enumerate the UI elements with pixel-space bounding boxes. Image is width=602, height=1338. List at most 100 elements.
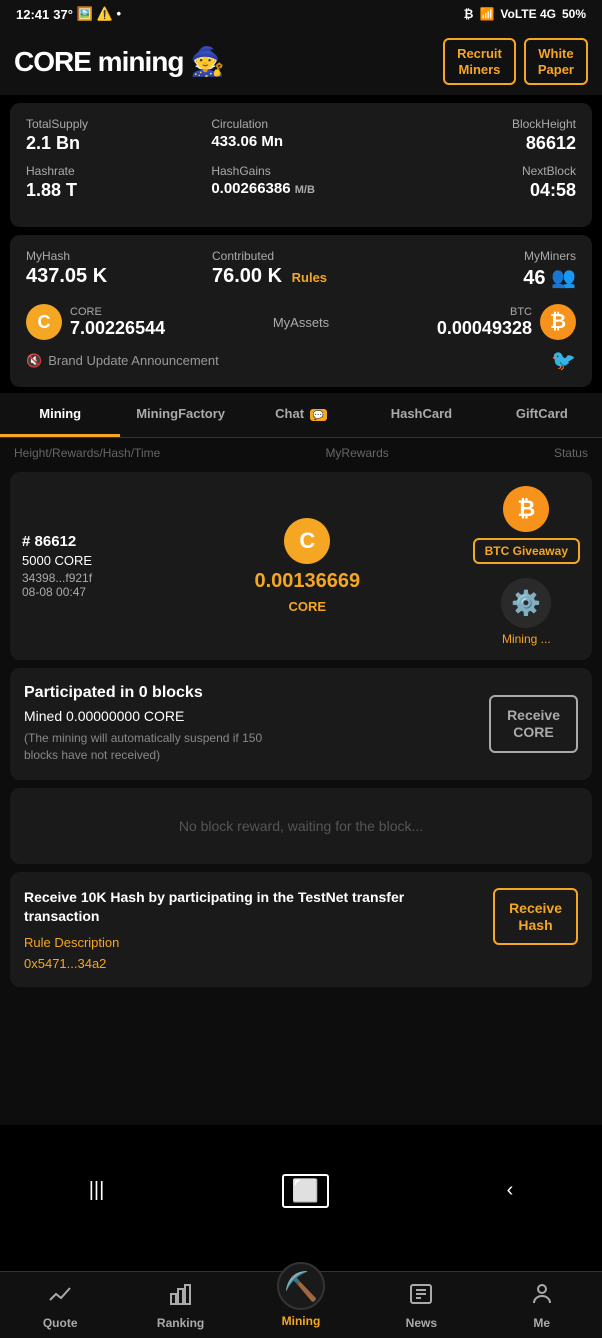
mining-block-row: # 86612 5000 CORE 34398...f921f 08-08 00… (10, 472, 592, 660)
my-hash-value: 437.05 K (26, 265, 204, 288)
no-reward-text: No block reward, waiting for the block..… (179, 818, 423, 834)
col-header-left: Height/Rewards/Hash/Time (14, 446, 160, 460)
mining-block-info: # 86612 5000 CORE 34398...f921f 08-08 00… (22, 533, 142, 599)
my-hash-label: MyHash (26, 249, 204, 263)
news-icon (409, 1282, 433, 1312)
btc-giveaway-section: ₿ BTC Giveaway (473, 486, 580, 564)
my-hash-stat: MyHash 437.05 K (26, 249, 204, 290)
assets-row: C CORE 7.00226544 MyAssets BTC 0.0004932… (26, 304, 576, 340)
nav-quote[interactable]: Quote (30, 1282, 90, 1330)
my-miners-value: 46 👥 (398, 265, 576, 290)
circulation-stat: Circulation 433.06 Mn (211, 117, 390, 154)
core-ticker: CORE (70, 306, 165, 318)
tab-mining[interactable]: Mining (0, 393, 120, 437)
btc-icon: ₿ (464, 7, 474, 21)
twitter-icon[interactable]: 🐦 (551, 348, 576, 373)
block-hash: 34398...f921f (22, 571, 142, 585)
announcement-text: Brand Update Announcement (48, 353, 219, 368)
hashrate-value: 1.88 T (26, 180, 205, 201)
status-left: 12:41 37° 🖼️ ⚠️ • (16, 6, 121, 22)
btc-giveaway-button[interactable]: BTC Giveaway (473, 538, 580, 564)
mining-nav-label: Mining (282, 1314, 321, 1328)
block-height-stat: BlockHeight 86612 (397, 117, 576, 154)
header-buttons: RecruitMiners WhitePaper (443, 38, 588, 85)
core-coin-icon: C (26, 304, 62, 340)
block-rewards: 5000 CORE (22, 553, 142, 568)
contributed-value: 76.00 K Rules (212, 265, 390, 288)
me-icon (530, 1282, 554, 1312)
nav-news[interactable]: News (391, 1282, 451, 1330)
core-reward-label: CORE (289, 599, 327, 614)
testnet-rule-link[interactable]: Rule Description (24, 935, 483, 950)
speaker-icon: 🔇 (26, 353, 42, 369)
nav-mining[interactable]: ⛏️ Mining (271, 1282, 331, 1330)
hash-gains-stat: HashGains 0.00266386 M/B (211, 164, 390, 201)
circulation-value: 433.06 Mn (211, 133, 390, 150)
next-block-value: 04:58 (397, 180, 576, 201)
logo-core: CORE (14, 46, 91, 77)
col-header-center: MyRewards (325, 446, 388, 460)
btc-asset-value: 0.00049328 (437, 318, 532, 339)
mining-content: Height/Rewards/Hash/Time MyRewards Statu… (0, 438, 602, 1125)
nav-ranking[interactable]: Ranking (151, 1282, 211, 1330)
mining-rewards-column: C 0.00136669 CORE (152, 518, 463, 614)
nav-me[interactable]: Me (512, 1282, 572, 1330)
no-reward-section: No block reward, waiting for the block..… (10, 788, 592, 864)
me-label: Me (533, 1316, 550, 1330)
ranking-label: Ranking (157, 1316, 204, 1330)
participated-section: Participated in 0 blocks Mined 0.0000000… (10, 668, 592, 780)
app-logo: CORE mining 🧙 (14, 45, 224, 78)
participated-note: (The mining will automatically suspend i… (24, 730, 264, 764)
btc-coin-icon: ₿ (540, 304, 576, 340)
ranking-icon (169, 1282, 193, 1312)
core-asset: C CORE 7.00226544 (26, 304, 165, 340)
news-label: News (406, 1316, 437, 1330)
hash-gains-value: 0.00266386 M/B (211, 180, 390, 197)
contributed-stat: Contributed 76.00 K Rules (212, 249, 390, 290)
signal-icons: VoLTE 4G (500, 7, 556, 21)
my-assets-label: MyAssets (273, 315, 329, 330)
block-time: 08-08 00:47 (22, 585, 142, 599)
mining-status-icon: ⚙️ (501, 578, 551, 628)
android-recent-btn[interactable]: ||| (89, 1179, 105, 1202)
stats-grid: TotalSupply 2.1 Bn Circulation 433.06 Mn… (26, 117, 576, 201)
receive-hash-button[interactable]: ReceiveHash (493, 888, 578, 946)
receive-core-button[interactable]: ReceiveCORE (489, 695, 578, 753)
hashrate-stat: Hashrate 1.88 T (26, 164, 205, 201)
mining-status-section: ⚙️ Mining ... (501, 578, 551, 646)
tab-chat[interactable]: Chat 💬 (241, 393, 361, 437)
stats-card: TotalSupply 2.1 Bn Circulation 433.06 Mn… (10, 103, 592, 227)
recruit-miners-button[interactable]: RecruitMiners (443, 38, 516, 85)
core-asset-value: 7.00226544 (70, 318, 165, 339)
hashrate-label: Hashrate (26, 164, 205, 178)
bottom-nav: Quote Ranking ⛏️ Mining News (0, 1271, 602, 1338)
status-temp: 37° (53, 7, 73, 22)
next-block-label: NextBlock (397, 164, 576, 178)
testnet-section: Receive 10K Hash by participating in the… (10, 872, 592, 987)
tab-hash-card[interactable]: HashCard (361, 393, 481, 437)
participated-mined: Mined 0.00000000 CORE (24, 708, 264, 724)
bottom-spacer (0, 995, 602, 1125)
testnet-address: 0x5471...34a2 (24, 956, 483, 971)
my-miners-stat: MyMiners 46 👥 (398, 249, 576, 290)
android-back-btn[interactable]: ‹ (507, 1179, 514, 1202)
quote-label: Quote (43, 1316, 78, 1330)
btc-asset-info: BTC 0.00049328 (437, 306, 532, 339)
core-asset-info: CORE 7.00226544 (70, 306, 165, 339)
total-supply-label: TotalSupply (26, 117, 205, 131)
android-home-btn[interactable]: ⬜ (282, 1174, 329, 1208)
btc-reward-icon: ₿ (503, 486, 549, 532)
android-nav: ||| ⬜ ‹ (0, 1169, 602, 1213)
testnet-info: Receive 10K Hash by participating in the… (24, 888, 483, 971)
white-paper-button[interactable]: WhitePaper (524, 38, 588, 85)
btc-asset: BTC 0.00049328 ₿ (437, 304, 576, 340)
col-header-right: Status (554, 446, 588, 460)
tab-mining-factory[interactable]: MiningFactory (120, 393, 240, 437)
app-header: CORE mining 🧙 RecruitMiners WhitePaper (0, 28, 602, 95)
tab-gift-card[interactable]: GiftCard (482, 393, 602, 437)
status-right: ₿ 📶 VoLTE 4G 50% (464, 7, 586, 21)
rules-link[interactable]: Rules (292, 270, 327, 285)
mining-nav-icon: ⛏️ (277, 1262, 325, 1310)
block-height-value: 86612 (397, 133, 576, 154)
quote-icon (48, 1282, 72, 1312)
